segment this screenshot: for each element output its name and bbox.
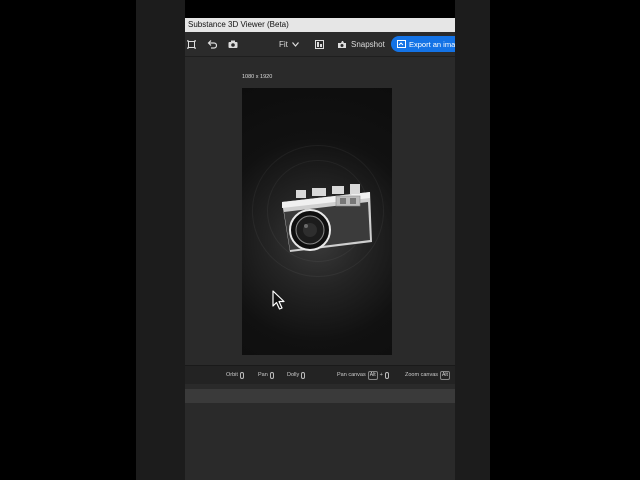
right-letterbox bbox=[455, 0, 490, 480]
alt-key: Alt bbox=[440, 370, 450, 380]
dolly-label: Dolly bbox=[287, 372, 300, 378]
snapshot-button[interactable]: Snapshot bbox=[337, 32, 385, 56]
plus-sign: + bbox=[379, 372, 383, 378]
image-icon bbox=[315, 39, 324, 49]
canvas-dimensions: 1080 x 1920 bbox=[242, 74, 273, 80]
mouse-cursor-icon bbox=[272, 290, 285, 310]
frame-button[interactable] bbox=[187, 32, 196, 56]
bottom-panel bbox=[185, 389, 455, 403]
export-image-button[interactable]: Export an image bbox=[391, 36, 455, 52]
mouse-left-icon bbox=[384, 371, 389, 379]
toolbar: Fit Snapshot Export an image bbox=[185, 32, 455, 57]
render-viewport[interactable] bbox=[242, 88, 392, 355]
pan-label: Pan bbox=[258, 372, 268, 378]
pan-canvas-hint: Pan canvas Alt + bbox=[337, 366, 389, 384]
alt-key: Alt bbox=[367, 370, 378, 380]
window-title: Substance 3D Viewer (Beta) bbox=[185, 18, 455, 32]
canvas-area[interactable]: 1080 x 1920 bbox=[185, 57, 455, 365]
fit-dropdown[interactable]: Fit bbox=[279, 32, 299, 56]
chevron-down-icon bbox=[291, 41, 299, 47]
viewer-window: Substance 3D Viewer (Beta) Fit Snapshot … bbox=[185, 0, 455, 480]
mouse-wheel-icon bbox=[301, 371, 306, 379]
export-label: Export an image bbox=[409, 39, 455, 49]
undo-button[interactable] bbox=[207, 32, 217, 56]
snapshot-label: Snapshot bbox=[351, 39, 385, 49]
fit-label: Fit bbox=[279, 39, 288, 49]
snapshot-icon bbox=[338, 40, 346, 48]
camera-settings-button[interactable] bbox=[228, 32, 238, 56]
pan-canvas-label: Pan canvas bbox=[337, 372, 366, 378]
export-icon bbox=[397, 40, 406, 48]
mouse-left-icon bbox=[239, 371, 244, 379]
frame-icon bbox=[187, 39, 196, 49]
zoom-canvas-label: Zoom canvas bbox=[405, 372, 439, 378]
background-button[interactable] bbox=[315, 32, 324, 56]
orbit-hint: Orbit bbox=[226, 366, 244, 384]
undo-icon bbox=[207, 39, 217, 49]
zoom-canvas-hint: Zoom canvas Alt bbox=[405, 366, 450, 384]
orbit-label: Orbit bbox=[226, 372, 238, 378]
camera-model bbox=[282, 184, 372, 252]
dolly-hint: Dolly bbox=[287, 366, 306, 384]
camera-settings-icon bbox=[228, 40, 238, 48]
shortcut-hints-bar: Orbit Pan Dolly Pan canvas Alt + Zoom ca… bbox=[185, 365, 455, 384]
left-letterbox bbox=[136, 0, 185, 480]
mouse-right-icon bbox=[269, 371, 274, 379]
top-strip bbox=[185, 0, 455, 18]
pan-hint: Pan bbox=[258, 366, 274, 384]
